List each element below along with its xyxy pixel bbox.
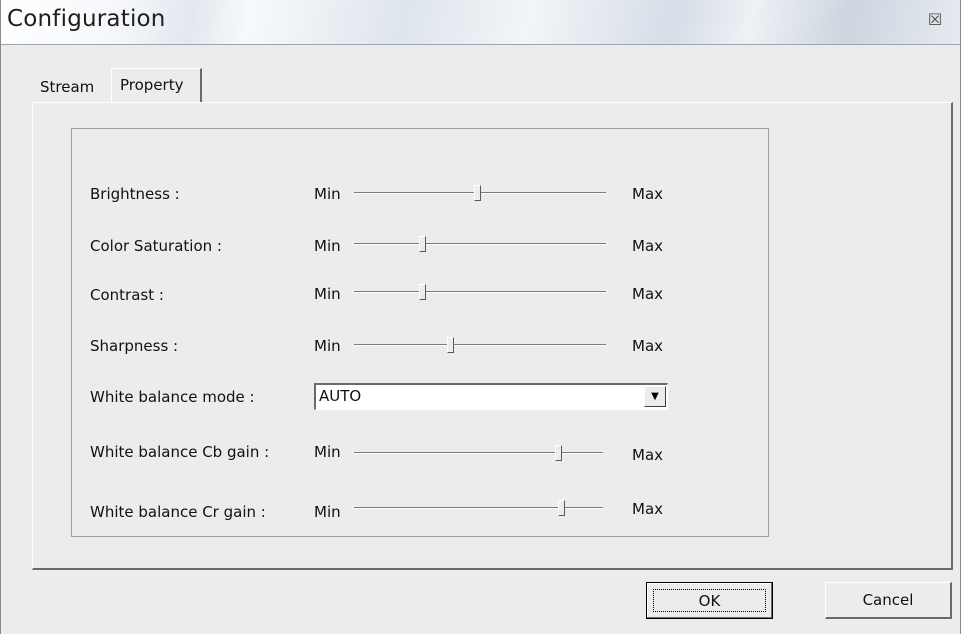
close-icon[interactable]: ☒	[924, 10, 946, 30]
slider-track	[354, 452, 603, 454]
chevron-down-icon[interactable]: ▼	[644, 386, 666, 407]
title-bar: Configuration ☒	[1, 0, 960, 45]
window-title: Configuration	[7, 6, 166, 32]
cancel-button[interactable]: Cancel	[825, 582, 952, 619]
sharpness-min-label: Min	[314, 337, 341, 355]
sharpness-slider[interactable]	[354, 337, 606, 353]
brightness-label: Brightness :	[90, 185, 180, 203]
slider-track	[354, 344, 606, 346]
sharpness-max-label: Max	[632, 337, 664, 355]
contrast-label: Contrast :	[90, 286, 164, 304]
color-saturation-slider[interactable]	[354, 236, 606, 252]
white-balance-mode-value: AUTO	[319, 387, 362, 405]
slider-thumb[interactable]	[419, 284, 427, 300]
slider-track	[354, 243, 606, 245]
contrast-min-label: Min	[314, 285, 341, 303]
slider-thumb[interactable]	[555, 445, 563, 461]
ok-button-label: OK	[653, 589, 766, 612]
brightness-slider[interactable]	[354, 185, 606, 201]
wb-cr-gain-min-label: Min	[314, 503, 341, 521]
wb-cb-gain-max-label: Max	[632, 446, 664, 464]
white-balance-mode-select[interactable]: AUTO ▼	[314, 383, 668, 410]
slider-thumb[interactable]	[557, 500, 565, 516]
wb-cr-gain-slider[interactable]	[354, 500, 603, 516]
slider-thumb[interactable]	[446, 337, 454, 353]
color-saturation-label: Color Saturation :	[90, 237, 222, 255]
contrast-max-label: Max	[632, 285, 664, 303]
wb-cr-gain-label: White balance Cr gain :	[90, 503, 266, 521]
slider-track	[354, 291, 606, 293]
color-saturation-max-label: Max	[632, 237, 664, 255]
brightness-min-label: Min	[314, 185, 341, 203]
tab-property[interactable]: Property	[111, 68, 202, 102]
sharpness-label: Sharpness :	[90, 337, 179, 355]
wb-cr-gain-max-label: Max	[632, 500, 664, 518]
contrast-slider[interactable]	[354, 284, 606, 300]
tab-stream[interactable]: Stream	[37, 72, 100, 100]
wb-cb-gain-min-label: Min	[314, 443, 341, 461]
wb-cb-gain-label: White balance Cb gain :	[90, 443, 270, 461]
slider-thumb[interactable]	[474, 185, 482, 201]
brightness-max-label: Max	[632, 185, 664, 203]
white-balance-mode-label: White balance mode :	[90, 388, 255, 406]
ok-button[interactable]: OK	[646, 582, 773, 619]
color-saturation-min-label: Min	[314, 237, 341, 255]
slider-thumb[interactable]	[419, 236, 427, 252]
configuration-dialog: Configuration ☒ Stream Property Brightne…	[0, 0, 961, 634]
wb-cb-gain-slider[interactable]	[354, 445, 603, 461]
slider-track	[354, 507, 603, 509]
